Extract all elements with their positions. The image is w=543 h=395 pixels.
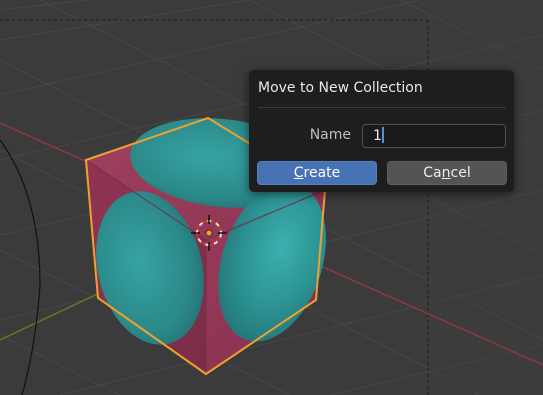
collection-name-input[interactable]: 1 (362, 124, 506, 148)
name-label: Name (309, 127, 351, 143)
cancel-button[interactable]: Cancel (387, 161, 507, 185)
3d-viewport[interactable] (0, 0, 543, 395)
collection-name-value: 1 (373, 128, 382, 144)
dialog-title: Move to New Collection (258, 80, 423, 96)
text-caret (381, 127, 384, 143)
cancel-button-label-start: Ca (423, 165, 442, 181)
create-button[interactable]: Create (257, 161, 377, 185)
move-to-new-collection-dialog: Move to New Collection Name 1 Create Can… (249, 70, 514, 192)
cancel-button-mnemonic: n (441, 165, 451, 181)
viewport-scene[interactable] (0, 0, 543, 395)
create-button-label: reate (303, 165, 341, 181)
create-button-mnemonic: C (293, 165, 304, 181)
dialog-divider (258, 107, 506, 108)
cancel-button-label-end: cel (450, 165, 471, 181)
